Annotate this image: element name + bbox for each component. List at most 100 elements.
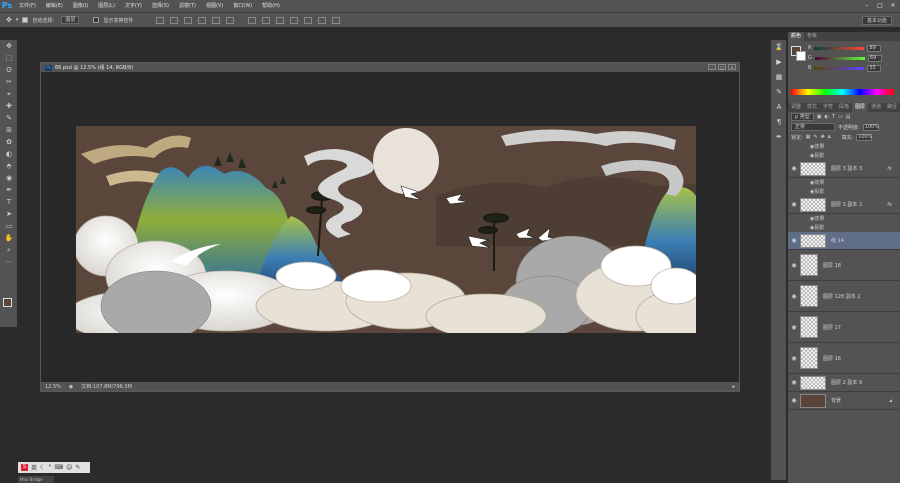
document-tab[interactable]: Ps 66.psd @ 12.5% (组 14, RGB/8) – □ ✕ (41, 63, 739, 72)
align-hcenter-icon[interactable] (212, 16, 221, 24)
filter-pixel-icon[interactable]: ▣ (817, 114, 822, 120)
menu-item[interactable]: 视图(V) (201, 0, 228, 12)
eye-icon[interactable]: ◉ (788, 237, 800, 244)
red-slider[interactable] (814, 46, 865, 50)
tool-icon[interactable]: ✿ (0, 136, 18, 148)
tool-icon[interactable]: ◉ (0, 172, 18, 184)
layer-fx-icon[interactable]: fx (887, 202, 892, 208)
lock-paint-icon[interactable]: ✎ (813, 134, 817, 140)
align-top-icon[interactable] (156, 16, 165, 24)
distribute-hcenter-icon[interactable] (304, 16, 313, 24)
layer-row[interactable]: ◉ 图层 2 副本 9 (788, 374, 900, 392)
align-right-icon[interactable] (226, 16, 235, 24)
filter-adjust-icon[interactable]: ◐ (825, 114, 829, 120)
layer-name[interactable]: 组 14 (831, 237, 844, 244)
menu-item[interactable]: 编辑(E) (41, 0, 68, 12)
eye-icon[interactable]: ◉ (788, 293, 800, 300)
tool-icon[interactable]: ⊞ (0, 124, 18, 136)
eye-icon[interactable]: ◉ (788, 262, 800, 269)
layer-effect-row[interactable]: ◉ 效果 (788, 142, 900, 151)
layers-panel-tab[interactable]: 调整 (788, 103, 804, 112)
distribute-top-icon[interactable] (248, 16, 257, 24)
eye-icon[interactable]: ◉ (788, 397, 800, 404)
layer-name[interactable]: 图层 3 副本 3 (831, 165, 862, 172)
menu-item[interactable]: 文字(Y) (120, 0, 147, 12)
wrench-icon[interactable]: ✎ (75, 464, 80, 471)
filter-smart-icon[interactable]: ▤ (846, 114, 851, 120)
distribute-bottom-icon[interactable] (276, 16, 285, 24)
close-button[interactable]: ✕ (888, 1, 898, 10)
filter-shape-icon[interactable]: ▭ (838, 114, 843, 120)
workspace-dropdown[interactable]: 基本功能 (861, 16, 892, 25)
layer-row[interactable]: ◉ 图层 18 (788, 250, 900, 281)
layers-panel-tab[interactable]: 段落 (836, 103, 852, 112)
layer-name[interactable]: 图层 2 副本 9 (831, 379, 862, 386)
auto-select-checkbox[interactable] (22, 17, 29, 23)
lock-all-icon[interactable]: 🔒︎ (828, 134, 831, 140)
tab-swatches[interactable]: 色板 (804, 32, 820, 41)
maximize-button[interactable]: □ (875, 1, 885, 10)
layer-effect-row[interactable]: ◉ 投影 (788, 187, 900, 196)
keyboard-icon[interactable]: ⌨ (54, 464, 63, 471)
eye-icon[interactable]: ◉ (788, 165, 800, 172)
tool-icon[interactable]: ✂ (0, 76, 18, 88)
tool-icon[interactable]: ✥ (0, 40, 18, 52)
eye-icon[interactable]: ◉ (788, 201, 800, 208)
document-maximize-button[interactable]: □ (718, 64, 726, 70)
green-value[interactable]: 69 (867, 54, 882, 62)
document-close-button[interactable]: ✕ (728, 64, 736, 70)
brush-icon[interactable]: ✒ (771, 130, 787, 145)
filter-type-icon[interactable]: T (832, 114, 835, 120)
blue-slider[interactable] (814, 66, 865, 70)
history-icon[interactable]: ⌛ (771, 40, 787, 55)
align-bottom-icon[interactable] (184, 16, 193, 24)
layer-name[interactable]: 图层 16 (823, 355, 841, 362)
move-tool-icon[interactable]: ✥ (6, 16, 12, 24)
distribute-left-icon[interactable] (290, 16, 299, 24)
color-spectrum[interactable] (791, 89, 894, 95)
layers-panel-tab[interactable]: 字符 (820, 103, 836, 112)
tool-icon[interactable]: T (0, 196, 18, 208)
scroll-right-icon[interactable]: ▸ (732, 384, 735, 390)
distribute-right-icon[interactable] (318, 16, 327, 24)
swatches-icon[interactable]: ▦ (771, 70, 787, 85)
menu-item[interactable]: 窗口(W) (228, 0, 257, 12)
layer-row[interactable]: ◉ 图层 17 (788, 312, 900, 343)
punctuation-icon[interactable]: ° (48, 464, 51, 471)
tool-icon[interactable]: ⌕ (0, 244, 18, 256)
distribute-vcenter-icon[interactable] (262, 16, 271, 24)
tool-icon[interactable]: ʘ (0, 64, 18, 76)
tool-preset-chevron-icon[interactable]: ▾ (16, 17, 19, 23)
user-icon[interactable]: ☺ (66, 464, 72, 471)
menu-item[interactable]: 滤镜(T) (174, 0, 201, 12)
tool-icon[interactable]: ▭ (0, 220, 18, 232)
show-transform-checkbox[interactable] (93, 17, 100, 23)
tab-color[interactable]: 颜色 (788, 32, 805, 41)
tool-icon[interactable]: ◐ (0, 148, 18, 160)
eye-icon[interactable]: ◉ (788, 324, 800, 331)
menu-item[interactable]: 选择(S) (147, 0, 174, 12)
status-menu-icon[interactable]: ◉ (69, 384, 73, 390)
tool-icon[interactable]: ⬚ (0, 52, 18, 64)
document-minimize-button[interactable]: – (708, 64, 716, 70)
menu-item[interactable]: 帮助(H) (257, 0, 285, 12)
tool-icon[interactable]: ⬘ (0, 160, 18, 172)
actions-icon[interactable]: ▶ (771, 55, 787, 70)
tool-icon[interactable]: ⌖ (0, 88, 18, 100)
layer-effect-row[interactable]: ◉ 效果 (788, 178, 900, 187)
layers-panel-tab[interactable]: 路径 (884, 103, 900, 112)
eye-icon[interactable]: ◉ (788, 355, 800, 362)
mini-bridge-tab[interactable]: Mini Bridge (18, 476, 54, 483)
character-icon[interactable]: A (771, 100, 787, 115)
tool-icon[interactable]: ✋ (0, 232, 18, 244)
auto-align-icon[interactable] (332, 16, 341, 24)
lock-pixels-icon[interactable]: ▦ (806, 134, 811, 140)
moon-icon[interactable]: ☾ (40, 464, 45, 471)
layers-panel-tab[interactable]: 样式 (804, 103, 820, 112)
layer-effect-row[interactable]: ◉ 效果 (788, 214, 900, 223)
fill-value[interactable]: 100% (856, 133, 872, 141)
color-bg-swatch[interactable] (796, 51, 806, 61)
layer-effect-row[interactable]: ◉ 投影 (788, 151, 900, 160)
menu-item[interactable]: 文件(F) (14, 0, 41, 12)
layer-row[interactable]: ◉ 组 14 (788, 232, 900, 250)
